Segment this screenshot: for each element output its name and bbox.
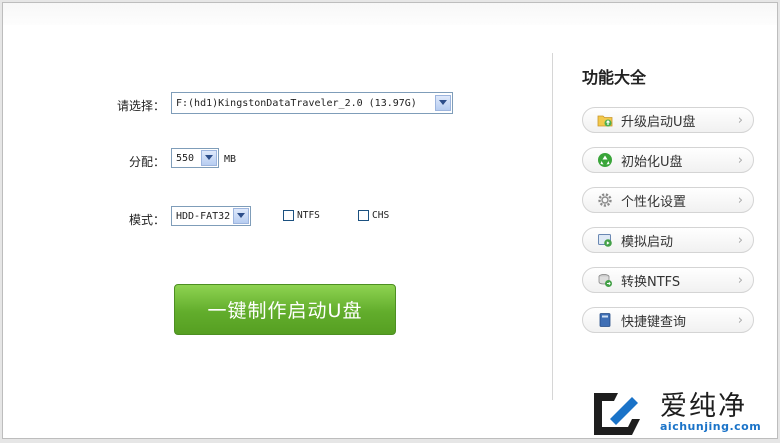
feature-label: 快捷键查询: [621, 314, 687, 330]
mode-label: 模式：: [129, 213, 166, 227]
feature-label: 初始化U盘: [621, 154, 683, 170]
feature-upgrade-usb[interactable]: 升级启动U盘 ›: [582, 107, 754, 133]
panel-divider: [552, 53, 553, 400]
device-select[interactable]: F:(hd1)KingstonDataTraveler_2.0 (13.97G): [171, 92, 453, 114]
simulate-icon: [597, 232, 613, 248]
make-boot-usb-button[interactable]: 一键制作启动U盘: [174, 284, 396, 335]
chevron-right-icon: ›: [737, 272, 743, 288]
feature-init-usb[interactable]: 初始化U盘 ›: [582, 147, 754, 173]
alloc-select-value: 550: [176, 152, 195, 164]
device-select-value: F:(hd1)KingstonDataTraveler_2.0 (13.97G): [176, 97, 417, 109]
feature-label: 转换NTFS: [621, 274, 681, 290]
mode-select-value: HDD-FAT32: [176, 210, 231, 222]
book-icon: [597, 312, 613, 328]
chs-checkbox-box[interactable]: [358, 210, 369, 221]
ntfs-checkbox-label: NTFS: [297, 210, 320, 221]
chevron-right-icon: ›: [737, 152, 743, 168]
feature-label: 升级启动U盘: [621, 114, 696, 130]
feature-label: 个性化设置: [621, 194, 687, 210]
chevron-down-icon[interactable]: [233, 208, 249, 224]
feature-label: 模拟启动: [621, 234, 674, 250]
chevron-down-icon[interactable]: [435, 95, 451, 111]
ntfs-checkbox[interactable]: NTFS: [283, 210, 320, 221]
feature-simulate-boot[interactable]: 模拟启动 ›: [582, 227, 754, 253]
watermark-logo-icon: [594, 393, 640, 435]
alloc-unit: MB: [224, 154, 237, 165]
folder-upgrade-icon: [597, 112, 613, 128]
window-top-strip: [3, 3, 777, 25]
chs-checkbox-label: CHS: [372, 210, 390, 221]
feature-personalize[interactable]: 个性化设置 ›: [582, 187, 754, 213]
feature-convert-ntfs[interactable]: 转换NTFS ›: [582, 267, 754, 293]
recycle-icon: [597, 152, 613, 168]
feature-hotkey-lookup[interactable]: 快捷键查询 ›: [582, 307, 754, 333]
alloc-label: 分配：: [129, 155, 166, 169]
chevron-right-icon: ›: [737, 312, 743, 328]
watermark-text: 爱纯净: [660, 391, 747, 422]
chevron-right-icon: ›: [737, 112, 743, 128]
mode-select[interactable]: HDD-FAT32: [171, 206, 251, 226]
watermark-url: aichunjing.com: [660, 420, 762, 433]
gear-icon: [597, 192, 613, 208]
chs-checkbox[interactable]: CHS: [358, 210, 389, 221]
device-select-label: 请选择：: [117, 99, 166, 113]
convert-icon: [597, 272, 613, 288]
app-window: 请选择： F:(hd1)KingstonDataTraveler_2.0 (13…: [2, 2, 778, 439]
chevron-right-icon: ›: [737, 232, 743, 248]
chevron-right-icon: ›: [737, 192, 743, 208]
panel-title: 功能大全: [582, 68, 647, 87]
alloc-select[interactable]: 550: [171, 148, 219, 168]
chevron-down-icon[interactable]: [201, 150, 217, 166]
ntfs-checkbox-box[interactable]: [283, 210, 294, 221]
